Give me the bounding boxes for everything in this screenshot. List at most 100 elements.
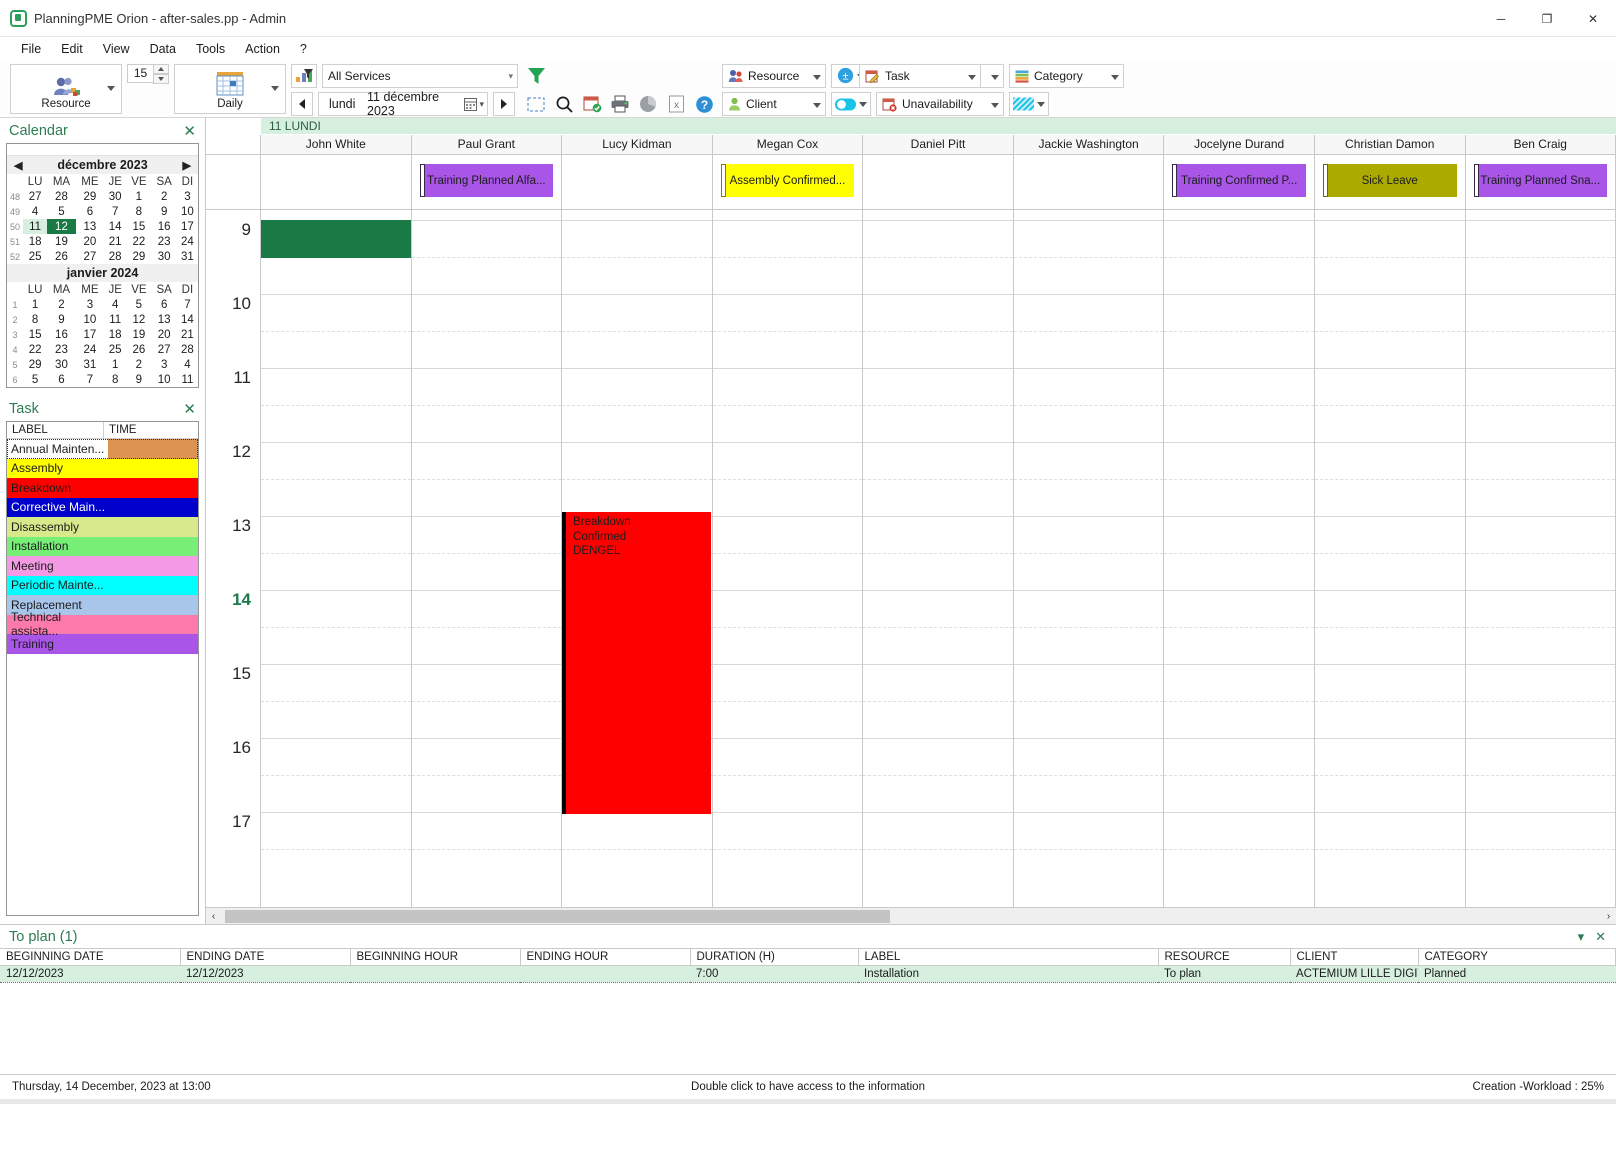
calendar-day[interactable]: 27 [152,342,177,357]
scroll-right-arrow[interactable]: › [1601,911,1616,922]
calendar-day[interactable]: 6 [47,372,75,387]
close-button[interactable]: ✕ [1570,0,1616,37]
calendar-day[interactable]: 5 [47,204,75,219]
calendar-day[interactable]: 23 [152,234,177,249]
availability-toggle-button[interactable] [831,92,871,116]
groupby-combo[interactable]: Resource [722,64,826,88]
calendar-day[interactable]: 8 [126,204,151,219]
to-plan-column-header[interactable]: RESOURCE [1158,948,1291,966]
task-legend-item[interactable]: Technical assista... [7,610,198,638]
event-edge-handle[interactable] [1473,164,1479,197]
resource-column-header[interactable]: Daniel Pitt [863,135,1014,154]
calendar-day[interactable]: 3 [76,297,104,312]
calendar-day[interactable]: 2 [126,357,151,372]
task-legend-item[interactable]: Installation [7,536,198,556]
schedule-column[interactable] [261,210,412,907]
date-field[interactable]: lundi 11 décembre 2023 ▾ [318,90,488,118]
calendar-day[interactable]: 9 [152,204,177,219]
task-combo[interactable]: Task [859,64,981,88]
calendar-day[interactable]: 6 [76,204,104,219]
validate-date-button[interactable] [579,92,605,116]
calendar-day[interactable]: 2 [47,297,75,312]
row-count-stepper[interactable]: 15 [127,64,169,84]
to-plan-column-header[interactable]: BEGINNING HOUR [350,948,521,966]
calendar-day[interactable]: 18 [23,234,47,249]
resource-column-header[interactable]: Paul Grant [411,135,563,154]
window-resize-grip[interactable] [0,1099,1616,1104]
calendar-day[interactable]: 31 [177,249,198,264]
resource-column-header[interactable]: Ben Craig [1465,135,1616,154]
calendar-day[interactable]: 29 [23,357,47,372]
task-legend-item[interactable]: Training [7,634,198,654]
calendar-day[interactable]: 30 [104,189,126,204]
calendar-day[interactable]: 29 [76,189,104,204]
resource-column-header[interactable]: Lucy Kidman [562,135,713,154]
scroll-left-arrow[interactable]: ‹ [206,911,221,922]
resource-column-header[interactable]: Jackie Washington [1013,135,1165,154]
resource-column-header[interactable]: Megan Cox [712,135,864,154]
menu-item-edit[interactable]: Edit [52,39,92,59]
all-day-cell[interactable]: Training Confirmed P... [1164,155,1315,209]
calendar-day[interactable]: 22 [126,234,151,249]
menu-item-view[interactable]: View [94,39,139,59]
calendar-day[interactable]: 6 [152,297,177,312]
calendar-day[interactable]: 20 [76,234,104,249]
period-mode-button[interactable]: Daily [174,64,286,114]
calendar-day[interactable]: 11 [177,372,198,387]
calendar-day[interactable]: 10 [177,204,198,219]
row-count-decrease[interactable] [153,74,169,84]
calendar-day[interactable]: 25 [104,342,126,357]
calendar-day[interactable]: 10 [152,372,177,387]
event-edge-handle[interactable] [1322,164,1328,197]
all-day-cell[interactable]: Assembly Confirmed... [713,155,864,209]
calendar-day[interactable]: 28 [177,342,198,357]
date-caret-icon[interactable]: ▾ [479,99,484,110]
calendar-day[interactable]: 15 [126,219,151,234]
calendar-day[interactable]: 21 [104,234,126,249]
calendar-panel-close-icon[interactable]: ✕ [183,124,196,139]
menu-item-data[interactable]: Data [141,39,185,59]
to-plan-collapse-icon[interactable]: ▾ [1578,929,1585,945]
task-legend-item[interactable]: Corrective Main... [7,497,198,517]
view-mode-button[interactable]: Resource [10,64,122,114]
resource-column-header[interactable]: Jocelyne Durand [1164,135,1315,154]
calendar-day[interactable]: 3 [152,357,177,372]
filter-button[interactable] [523,64,549,88]
calendar-day[interactable]: 9 [47,312,75,327]
unavailability-combo[interactable]: Unavailability [876,92,1004,116]
calendar-day[interactable]: 4 [104,297,126,312]
to-plan-column-header[interactable]: LABEL [858,948,1159,966]
calendar-day[interactable]: 1 [104,357,126,372]
menu-item-file[interactable]: File [12,39,50,59]
task-legend-item[interactable]: Disassembly [7,517,198,537]
schedule-column[interactable] [1314,210,1466,907]
schedule-column[interactable] [411,210,563,907]
calendar-day[interactable]: 26 [47,249,75,264]
calendar-day[interactable]: 14 [177,312,198,327]
calendar-day[interactable]: 31 [76,357,104,372]
calendar-day[interactable]: 27 [76,249,104,264]
calendar-day[interactable]: 4 [177,357,198,372]
calendar-day[interactable]: 17 [76,327,104,342]
to-plan-column-header[interactable]: DURATION (H) [690,948,859,966]
calendar-day[interactable]: 7 [76,372,104,387]
scroll-thumb[interactable] [225,909,890,923]
calendar-day[interactable]: 30 [152,249,177,264]
calendar-day[interactable]: 11 [23,219,48,234]
calendar-day[interactable]: 19 [126,327,151,342]
calendar-day[interactable]: 2 [152,189,177,204]
maximize-button[interactable]: ❐ [1524,0,1570,37]
table-row[interactable]: 12/12/2023 12/12/2023 7:00 Installation To p… [0,965,1616,983]
task-legend-item[interactable]: Breakdown [7,478,198,498]
category-combo[interactable]: Category [1009,64,1124,88]
calendar-day[interactable]: 8 [104,372,126,387]
calendar-day[interactable]: 19 [47,234,75,249]
calendar-day[interactable]: 9 [126,372,151,387]
calendar-day[interactable]: 26 [126,342,151,357]
task-legend-item[interactable]: Assembly [7,458,198,478]
calendar-day[interactable]: 28 [104,249,126,264]
print-button[interactable] [607,92,633,116]
menu-item-action[interactable]: Action [236,39,289,59]
scroll-track[interactable] [221,908,1601,924]
client-combo[interactable]: Client [722,92,826,116]
